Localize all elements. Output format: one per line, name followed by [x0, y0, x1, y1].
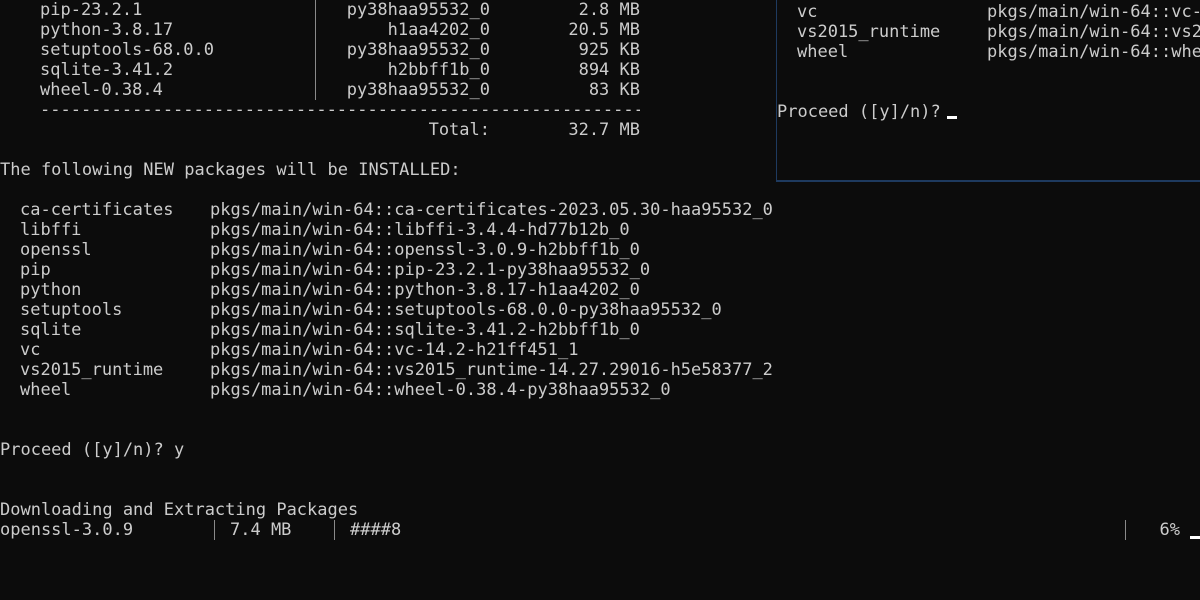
package-source: pkgs/main/win-64::python-3.8.17-h1aa4202… [210, 280, 640, 300]
package-source: pkgs/main/win-64::openssl-3.0.9-h2bbff1b… [210, 240, 640, 260]
download-size: 7.4 MB [230, 520, 292, 540]
new-packages-heading: The following NEW packages will be INSTA… [0, 160, 461, 180]
second-terminal-window[interactable]: vc pkgs/main/win-64::vc-14.2 vs2015_runt… [776, 0, 1200, 182]
total-value: 32.7 MB [568, 120, 640, 140]
package-source: pkgs/main/win-64::vc-14.2 [987, 2, 1200, 22]
table-column-divider [315, 0, 316, 100]
package-source: pkgs/main/win-64::pip-23.2.1-py38haa9553… [210, 260, 651, 280]
package-name: libffi [20, 220, 82, 240]
package-name: wheel [20, 380, 72, 400]
package-name: vs2015_runtime [20, 360, 164, 380]
table-row-size: 20.5 MB [568, 20, 640, 40]
progress-divider [214, 520, 215, 540]
package-source: pkgs/main/win-64::wheel-0.38.4-py38haa95… [210, 380, 671, 400]
package-name: vs2015_runtime [797, 22, 941, 42]
table-row-build: py38haa95532_0 [346, 80, 490, 100]
package-source: pkgs/main/win-64::sqlite-3.41.2-h2bbff1b… [210, 320, 640, 340]
package-name: vc [20, 340, 41, 360]
table-row-build: py38haa95532_0 [346, 0, 490, 20]
download-package: openssl-3.0.9 [0, 520, 134, 540]
table-row-size: 925 KB [578, 40, 640, 60]
text-cursor [1190, 536, 1200, 539]
package-name: pip [20, 260, 51, 280]
package-source: pkgs/main/win-64::vs2015_runtime-14.27.2… [210, 360, 773, 380]
package-name: sqlite [20, 320, 82, 340]
package-source: pkgs/main/win-64::libffi-3.4.4-hd77b12b_… [210, 220, 630, 240]
terminal-window[interactable]: pip-23.2.1 py38haa95532_0 2.8 MB python-… [0, 0, 1200, 600]
download-heading: Downloading and Extracting Packages [0, 500, 359, 520]
table-separator: ----------------------------------------… [40, 100, 640, 120]
second-proceed-line: Proceed ([y]/n)? [777, 102, 957, 122]
table-row-build: py38haa95532_0 [346, 40, 490, 60]
table-row-pkg: wheel-0.38.4 [40, 80, 163, 100]
package-name: vc [797, 2, 818, 22]
proceed-prompt: Proceed ([y]/n)? y [0, 440, 185, 460]
package-name: setuptools [20, 300, 123, 320]
table-row-size: 83 KB [588, 80, 640, 100]
table-row-size: 894 KB [578, 60, 640, 80]
package-source: pkgs/main/win-64::vs2015 [987, 22, 1200, 42]
progress-bar: ####8 [350, 520, 402, 540]
table-row-pkg: python-3.8.17 [40, 20, 174, 40]
second-proceed-prompt: Proceed ([y]/n)? [777, 102, 941, 122]
text-cursor [946, 116, 957, 119]
package-name: python [20, 280, 82, 300]
package-name: openssl [20, 240, 92, 260]
table-row-pkg: sqlite-3.41.2 [40, 60, 174, 80]
progress-bar-end [1125, 520, 1126, 540]
table-row-size: 2.8 MB [578, 0, 640, 20]
progress-bar-start [334, 520, 335, 540]
download-percent: 6% [1159, 520, 1180, 540]
table-row-build: h1aa4202_0 [387, 20, 490, 40]
package-source: pkgs/main/win-64::ca-certificates-2023.0… [210, 200, 773, 220]
total-label: Total: [428, 120, 490, 140]
package-name: ca-certificates [20, 200, 174, 220]
table-row-pkg: setuptools-68.0.0 [40, 40, 214, 60]
package-source: pkgs/main/win-64::wheel [987, 42, 1200, 62]
package-source: pkgs/main/win-64::vc-14.2-h21ff451_1 [210, 340, 579, 360]
table-row-pkg: pip-23.2.1 [40, 0, 143, 20]
table-row-build: h2bbff1b_0 [387, 60, 490, 80]
package-source: pkgs/main/win-64::setuptools-68.0.0-py38… [210, 300, 722, 320]
package-name: wheel [797, 42, 849, 62]
